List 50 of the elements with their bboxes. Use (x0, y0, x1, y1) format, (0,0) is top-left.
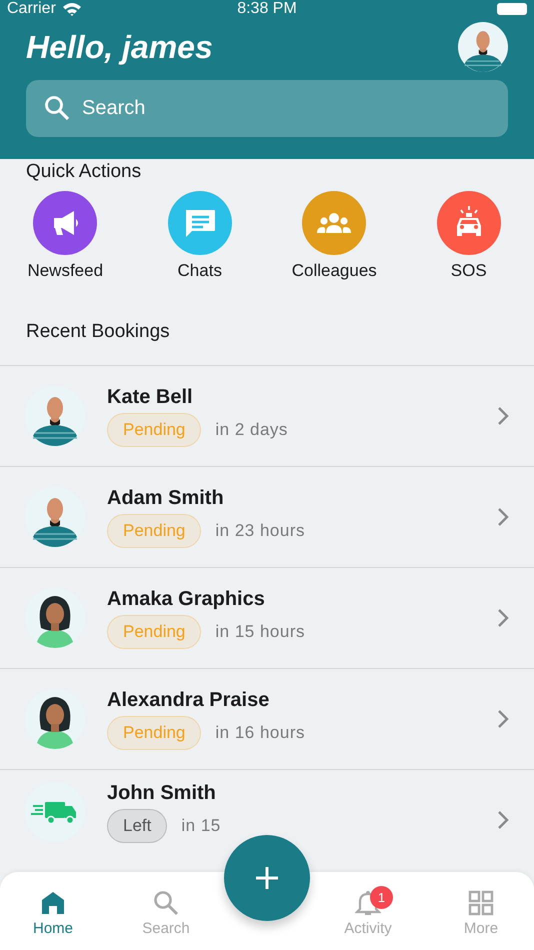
booking-name: Amaka Graphics (107, 588, 266, 610)
booking-name: Adam Smith (107, 486, 225, 510)
section-title: Quick Actions (25, 160, 142, 183)
status-label: Left (107, 809, 168, 843)
notification-badge: 1 (370, 886, 393, 909)
booking-name: Kate Bell (107, 386, 194, 408)
booking-name: John Smith (107, 782, 217, 805)
status-label: Pending (107, 716, 202, 750)
people-icon (317, 213, 352, 233)
add-button[interactable] (224, 835, 310, 921)
section-title: Recent Bookings (25, 320, 171, 344)
chevron-icon (497, 406, 509, 426)
home-icon (40, 890, 66, 916)
police-car-icon (456, 205, 481, 236)
chat-icon (186, 210, 215, 237)
booking-row[interactable]: Alexandra Praise Pending in 16 hours (0, 669, 534, 770)
booking-time: in 16 hours (215, 722, 306, 742)
status-label: Pending (107, 514, 202, 548)
tab[interactable]: Activity 1 (308, 872, 428, 950)
grid-icon (468, 890, 494, 916)
booking-row[interactable]: Amaka Graphics Pending in 15 hours (0, 568, 534, 669)
wifi-icon (62, 2, 82, 16)
quick-action-button[interactable]: SOS (402, 191, 534, 281)
clock-time: 8:38 PM (237, 0, 297, 18)
battery-icon (497, 3, 527, 15)
booking-row[interactable]: John Smith Left in 15 (0, 770, 534, 854)
chevron-icon (497, 810, 509, 830)
greeting-title: Hello, james (26, 28, 213, 66)
plus-icon (255, 866, 279, 890)
booking-row[interactable]: Kate Bell Pending in 2 days (0, 366, 534, 467)
booking-time: in 15 hours (215, 622, 306, 642)
quick-action-button[interactable]: Chats (132, 191, 267, 281)
search-icon (153, 890, 179, 916)
profile-avatar[interactable] (458, 22, 508, 72)
status-label: Pending (107, 614, 202, 648)
chevron-icon (497, 507, 509, 527)
search-icon (44, 95, 70, 121)
tab[interactable]: Home (0, 872, 106, 950)
booking-name: Alexandra Praise (107, 688, 270, 712)
chevron-icon (497, 608, 509, 628)
booking-time: in 15 (181, 816, 221, 836)
booking-time: in 23 hours (215, 520, 306, 540)
booking-time: in 2 days (215, 420, 288, 440)
booking-row[interactable]: Adam Smith Pending in 23 hours (0, 467, 534, 568)
quick-action-button[interactable]: Newsfeed (0, 191, 132, 281)
chevron-icon (497, 709, 509, 729)
quick-action-button[interactable]: Colleagues (267, 191, 402, 281)
carrier-label: Carrier (7, 0, 56, 18)
status-label: Pending (107, 412, 202, 446)
megaphone-icon (54, 211, 78, 235)
